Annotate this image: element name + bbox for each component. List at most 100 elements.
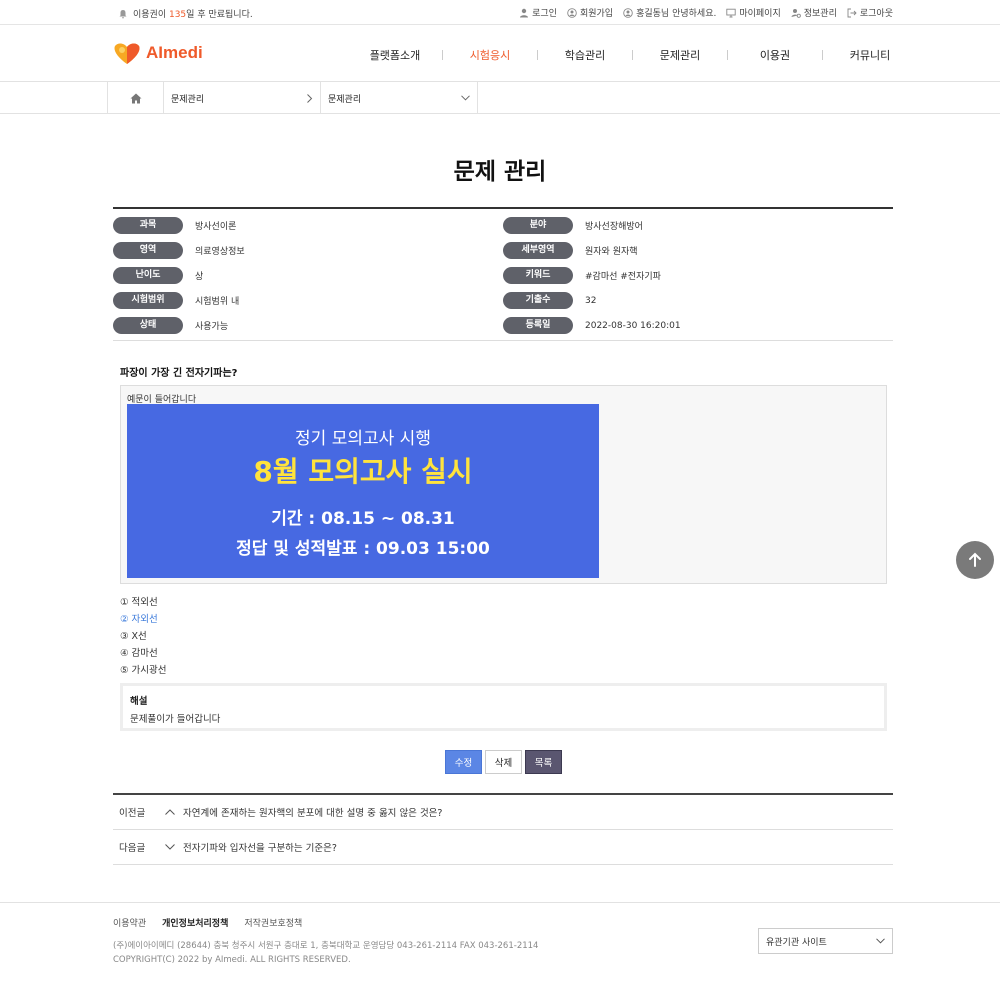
choice-1[interactable]: ① 적외선 — [120, 594, 167, 611]
delete-button[interactable]: 삭제 — [485, 750, 522, 774]
breadcrumb-level-1[interactable]: 문제관리 — [164, 82, 321, 114]
greeting: 홍길동님 안녕하세요. — [623, 6, 716, 19]
login-link[interactable]: 로그인 — [519, 6, 557, 19]
expiry-notice: 이용권이 135일 후 만료됩니다. — [118, 7, 253, 20]
footer-terms-link[interactable]: 이용약관 — [113, 916, 146, 929]
prev-title[interactable]: 자연계에 존재하는 원자핵의 분포에 대한 설명 중 옳지 않은 것은? — [183, 805, 442, 819]
nav-community[interactable]: 커뮤니티 — [823, 47, 917, 63]
info-tag-field: 분야 — [503, 217, 573, 234]
choice-2-correct[interactable]: ② 자외선 — [120, 611, 167, 628]
home-icon — [130, 93, 141, 103]
info-value-difficulty: 상 — [195, 272, 204, 282]
nav-platform[interactable]: 플랫폼소개 — [348, 47, 442, 63]
user-circle-icon — [623, 7, 633, 18]
user-gear-icon — [791, 8, 801, 18]
explanation-box: 해설 문제풀이가 들어갑니다 — [120, 683, 887, 731]
chevron-right-icon — [307, 93, 313, 103]
notice-suffix: 일 후 만료됩니다. — [186, 10, 253, 20]
banner-line-4: 정답 및 성적발표 : 09.03 15:00 — [236, 539, 490, 559]
prev-post-row[interactable]: 이전글 자연계에 존재하는 원자핵의 분포에 대한 설명 중 옳지 않은 것은? — [113, 795, 893, 830]
question-info-table: 과목 방사선이론 영역 의료영상정보 난이도 상 시험범위 시험범위 내 상태 … — [113, 207, 893, 341]
notice-prefix: 이용권이 — [133, 10, 169, 20]
prev-label: 이전글 — [119, 808, 146, 819]
nav-question-admin[interactable]: 문제관리 — [633, 47, 727, 63]
info-tag-sub-area: 세부영역 — [503, 242, 573, 259]
answer-choices: ① 적외선 ② 자외선 ③ X선 ④ 감마선 ⑤ 가시광선 — [120, 594, 167, 679]
question-title: 파장이 가장 긴 전자기파는? — [120, 368, 238, 379]
explanation-heading: 해설 — [130, 696, 148, 707]
info-tag-difficulty: 난이도 — [113, 267, 183, 284]
logout-icon — [847, 8, 857, 17]
account-settings-label: 정보관리 — [803, 9, 837, 19]
info-value-status: 사용가능 — [195, 322, 229, 332]
footer-address: (주)에이아이메디 (28644) 충북 청주시 서원구 충대로 1, 충북대학… — [113, 941, 539, 951]
breadcrumb: 문제관리 문제관리 — [107, 82, 478, 114]
info-row: 세부영역 원자와 원자핵 — [503, 242, 638, 259]
info-value-field: 방사선장해방어 — [585, 222, 643, 232]
top-utility-bar: 이용권이 135일 후 만료됩니다. 로그인 회원가입 홍길동님 안녕하세요. … — [0, 0, 1000, 25]
info-value-keyword: #감마선 #전자기파 — [585, 272, 661, 282]
chevron-down-icon — [165, 844, 175, 850]
banner-line-2: 8월 모의고사 실시 — [253, 455, 473, 488]
info-row: 영역 의료영상정보 — [113, 242, 245, 259]
info-tag-status: 상태 — [113, 317, 183, 334]
mypage-label: 마이페이지 — [739, 9, 781, 19]
signup-link[interactable]: 회원가입 — [567, 6, 613, 19]
main-header: AImedi 플랫폼소개 시험응시 학습관리 문제관리 이용권 커뮤니티 — [0, 25, 1000, 82]
nav-pass[interactable]: 이용권 — [728, 47, 822, 63]
prev-next-nav: 이전글 자연계에 존재하는 원자핵의 분포에 대한 설명 중 옳지 않은 것은?… — [113, 793, 893, 865]
nav-study[interactable]: 학습관리 — [538, 47, 632, 63]
logout-link[interactable]: 로그아웃 — [847, 6, 893, 19]
question-image-banner: 정기 모의고사 시행 8월 모의고사 실시 기간 : 08.15 ~ 08.31… — [127, 404, 599, 578]
info-row: 상태 사용가능 — [113, 317, 228, 334]
info-tag-past-count: 기출수 — [503, 292, 573, 309]
arrow-up-icon — [969, 552, 981, 567]
page-title: 문제 관리 — [453, 159, 547, 185]
user-circle-icon — [567, 7, 577, 18]
chevron-up-icon — [165, 809, 175, 815]
info-row: 과목 방사선이론 — [113, 217, 236, 234]
breadcrumb-level-1-label: 문제관리 — [171, 94, 205, 105]
next-title[interactable]: 전자기파와 입자선을 구분하는 기준은? — [183, 840, 337, 854]
info-tag-subject: 과목 — [113, 217, 183, 234]
monitor-icon — [726, 8, 736, 17]
choice-3[interactable]: ③ X선 — [120, 628, 167, 645]
info-value-scope: 시험범위 내 — [195, 297, 240, 307]
account-settings-link[interactable]: 정보관리 — [791, 6, 837, 19]
footer-privacy-link[interactable]: 개인정보처리정책 — [162, 916, 228, 929]
notice-days: 135 — [168, 10, 187, 20]
logo[interactable]: AImedi — [112, 40, 203, 66]
question-example-box: 예문이 들어갑니다 정기 모의고사 시행 8월 모의고사 실시 기간 : 08.… — [120, 385, 887, 584]
banner-line-3: 기간 : 08.15 ~ 08.31 — [271, 509, 455, 529]
greeting-label: 홍길동님 안녕하세요. — [636, 9, 717, 19]
logout-label: 로그아웃 — [859, 9, 893, 19]
bell-icon — [119, 9, 127, 18]
info-value-past-count: 32 — [585, 295, 597, 306]
info-tag-area: 영역 — [113, 242, 183, 259]
mypage-link[interactable]: 마이페이지 — [726, 6, 781, 19]
logo-mark-icon — [114, 43, 140, 64]
choice-5[interactable]: ⑤ 가시광선 — [120, 662, 167, 679]
footer-copyright-policy-link[interactable]: 저작권보호정책 — [244, 916, 302, 929]
next-post-row[interactable]: 다음글 전자기파와 입자선을 구분하는 기준은? — [113, 830, 893, 865]
breadcrumb-level-2[interactable]: 문제관리 — [321, 82, 478, 114]
banner-line-1: 정기 모의고사 시행 — [295, 429, 431, 449]
action-buttons: 수정 삭제 목록 — [445, 750, 562, 774]
next-label: 다음글 — [119, 843, 146, 854]
info-value-sub-area: 원자와 원자핵 — [585, 247, 638, 257]
info-row: 등록일 2022-08-30 16:20:01 — [503, 317, 681, 334]
info-row: 시험범위 시험범위 내 — [113, 292, 239, 309]
edit-button[interactable]: 수정 — [445, 750, 482, 774]
breadcrumb-home[interactable] — [108, 82, 164, 114]
info-value-subject: 방사선이론 — [195, 222, 237, 232]
global-nav: 플랫폼소개 시험응시 학습관리 문제관리 이용권 커뮤니티 — [348, 47, 917, 63]
info-tag-scope: 시험범위 — [113, 292, 183, 309]
chevron-down-icon — [461, 95, 470, 101]
scroll-top-button[interactable] — [956, 541, 994, 579]
chevron-down-icon — [876, 938, 885, 944]
nav-exam[interactable]: 시험응시 — [443, 47, 537, 63]
list-button[interactable]: 목록 — [525, 750, 562, 774]
related-site-select[interactable]: 유관기관 사이트 — [758, 928, 893, 954]
choice-4[interactable]: ④ 감마선 — [120, 645, 167, 662]
info-tag-registered: 등록일 — [503, 317, 573, 334]
